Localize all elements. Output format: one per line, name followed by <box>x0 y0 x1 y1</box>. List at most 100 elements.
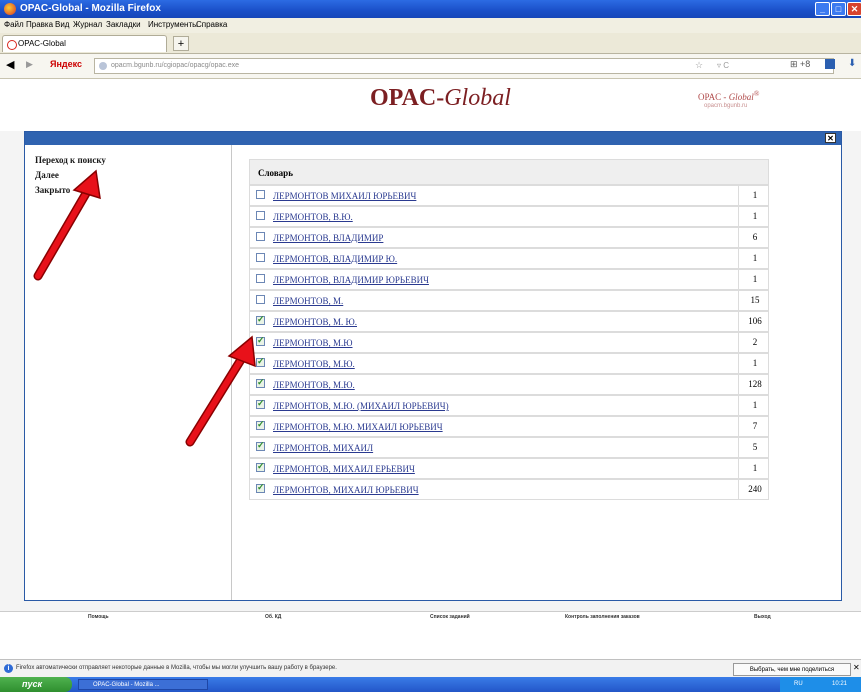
next-link[interactable]: Далее <box>35 170 59 180</box>
row-checkbox[interactable] <box>256 232 265 241</box>
term-link[interactable]: ЛЕРМОНТОВ, М. Ю. <box>273 317 357 327</box>
row-checkbox[interactable] <box>256 440 265 451</box>
term-link[interactable]: ЛЕРМОНТОВ, МИХАИЛ ЕРЬЕВИЧ <box>273 464 415 474</box>
extension-icon[interactable] <box>825 59 835 69</box>
row-checkbox[interactable] <box>256 211 265 220</box>
row-checkbox[interactable] <box>256 190 265 199</box>
taskbar-firefox-item[interactable]: OPAC-Global - Mozilla ... <box>78 679 208 690</box>
term-link[interactable]: ЛЕРМОНТОВ, М.Ю. МИХАИЛ ЮРЬЕВИЧ <box>273 422 443 432</box>
table-row: ЛЕРМОНТОВ, М.Ю. МИХАИЛ ЮРЬЕВИЧ 7 <box>249 416 769 437</box>
menu-file[interactable]: Файл <box>4 20 24 29</box>
row-checkbox[interactable] <box>256 295 265 304</box>
term-link[interactable]: ЛЕРМОНТОВ, М.Ю <box>273 338 353 348</box>
table-row: ЛЕРМОНТОВ, М.Ю. 128 <box>249 374 769 395</box>
opac-small-logo: OPAC - Global® <box>698 89 760 102</box>
bookmark-star-icon[interactable]: ☆ <box>695 60 703 71</box>
table-row: ЛЕРМОНТОВ, МИХАИЛ ЕРЬЕВИЧ 1 <box>249 458 769 479</box>
footer-exit-link[interactable]: Выход <box>754 614 771 620</box>
tab-favicon-icon <box>7 40 17 50</box>
notification-message: Firefox автоматически отправляет некотор… <box>16 665 337 671</box>
term-count: 15 <box>738 291 771 310</box>
forward-arrow-icon[interactable]: ▶ <box>26 59 33 70</box>
dialog-header[interactable]: ✕ <box>25 132 841 145</box>
term-count: 1 <box>738 207 771 226</box>
menu-tools[interactable]: Инструменты <box>148 20 198 29</box>
opac-header: OPAC-Global OPAC - Global® opacm.bgunb.r… <box>0 79 861 131</box>
row-checkbox[interactable] <box>256 419 265 430</box>
minimize-button[interactable]: _ <box>815 2 830 16</box>
addons-icon[interactable]: ⊞ +8 <box>790 59 810 70</box>
site-url: opacm.bgunb.ru <box>704 103 748 109</box>
row-checkbox[interactable] <box>256 377 265 388</box>
term-count: 2 <box>738 333 771 352</box>
footer-help-link[interactable]: Помощь <box>88 614 109 620</box>
menu-bookmarks[interactable]: Закладки <box>106 20 141 29</box>
back-arrow-icon[interactable]: ◀ <box>6 58 14 71</box>
window-titlebar[interactable]: OPAC-Global - Mozilla Firefox _ □ ✕ <box>0 0 861 18</box>
close-link[interactable]: Закрыто <box>35 185 70 195</box>
term-link[interactable]: ЛЕРМОНТОВ, ВЛАДИМИР ЮРЬЕВИЧ <box>273 275 429 285</box>
go-to-search-link[interactable]: Переход к поиску <box>35 155 106 165</box>
row-checkbox[interactable] <box>256 482 265 493</box>
term-count: 1 <box>738 459 771 478</box>
url-bar[interactable]: opacm.bgunb.ru/cgiopac/opacg/opac.exe ☆ … <box>94 58 834 74</box>
footer-tasks-link[interactable]: Список заданий <box>430 614 470 620</box>
term-link[interactable]: ЛЕРМОНТОВ, ВЛАДИМИР <box>273 233 383 243</box>
term-link[interactable]: ЛЕРМОНТОВ, М. <box>273 296 343 306</box>
term-link[interactable]: ЛЕРМОНТОВ, М.Ю. <box>273 380 355 390</box>
row-checkbox[interactable] <box>256 461 265 472</box>
row-checkbox[interactable] <box>256 398 265 409</box>
window-title: OPAC-Global - Mozilla Firefox <box>20 3 161 14</box>
term-count: 1 <box>738 249 771 268</box>
row-checkbox[interactable] <box>256 253 265 262</box>
download-icon[interactable]: ⬇ <box>848 58 856 69</box>
term-link[interactable]: ЛЕРМОНТОВ, МИХАИЛ <box>273 443 373 453</box>
menu-help[interactable]: Справка <box>196 20 227 29</box>
system-tray: RU 10:21 <box>780 677 861 692</box>
site-identity-icon[interactable] <box>99 62 107 70</box>
dictionary-header: Словарь <box>249 159 769 185</box>
footer-orders-link[interactable]: Контроль заполнения заказов <box>565 614 640 620</box>
firefox-icon <box>4 3 16 15</box>
term-link[interactable]: ЛЕРМОНТОВ, М.Ю. (МИХАИЛ ЮРЬЕВИЧ) <box>273 401 449 411</box>
notification-close-icon[interactable]: ✕ <box>853 663 860 672</box>
table-row: ЛЕРМОНТОВ, В.Ю. 1 <box>249 206 769 227</box>
yandex-button[interactable]: Яндекс <box>50 59 82 69</box>
start-button[interactable]: пуск <box>0 677 72 692</box>
term-link[interactable]: ЛЕРМОНТОВ, М.Ю. <box>273 359 355 369</box>
maximize-button[interactable]: □ <box>831 2 846 16</box>
reload-icon[interactable]: ▿ C <box>717 61 729 70</box>
term-count: 106 <box>738 312 771 331</box>
term-link[interactable]: ЛЕРМОНТОВ, ВЛАДИМИР Ю. <box>273 254 397 264</box>
term-link[interactable]: ЛЕРМОНТОВ, МИХАИЛ ЮРЬЕВИЧ <box>273 485 419 495</box>
menu-edit[interactable]: Правка <box>26 20 53 29</box>
table-row: ЛЕРМОНТОВ, М.Ю. 1 <box>249 353 769 374</box>
clock: 10:21 <box>832 681 848 687</box>
info-icon: i <box>4 664 13 673</box>
tab-opac-global[interactable]: OPAC-Global <box>2 35 167 52</box>
row-checkbox[interactable] <box>256 274 265 283</box>
new-tab-button[interactable]: + <box>173 36 189 51</box>
notification-bar: i Firefox автоматически отправляет некот… <box>0 659 861 678</box>
menubar: Файл Правка Вид Журнал Закладки Инструме… <box>0 18 861 33</box>
dialog-close-button[interactable]: ✕ <box>825 133 836 143</box>
menu-history[interactable]: Журнал <box>73 20 102 29</box>
row-checkbox[interactable] <box>256 356 265 367</box>
term-count: 1 <box>738 186 771 205</box>
menu-view[interactable]: Вид <box>55 20 69 29</box>
term-count: 1 <box>738 354 771 373</box>
term-count: 6 <box>738 228 771 247</box>
language-indicator[interactable]: RU <box>794 681 803 687</box>
row-checkbox[interactable] <box>256 314 265 325</box>
windows-taskbar: пуск OPAC-Global - Mozilla ... RU 10:21 <box>0 677 861 692</box>
tab-label: OPAC-Global <box>18 39 66 48</box>
term-link[interactable]: ЛЕРМОНТОВ, В.Ю. <box>273 212 353 222</box>
row-checkbox[interactable] <box>256 335 265 346</box>
choose-share-button[interactable]: Выбрать, чем мне поделиться <box>733 663 851 676</box>
footer-kd-link[interactable]: Об. КД <box>265 614 281 620</box>
close-window-button[interactable]: ✕ <box>847 2 861 16</box>
url-text: opacm.bgunb.ru/cgiopac/opacg/opac.exe <box>111 62 240 69</box>
term-link[interactable]: ЛЕРМОНТОВ МИХАИЛ ЮРЬЕВИЧ <box>273 191 416 201</box>
table-row: ЛЕРМОНТОВ, ВЛАДИМИР Ю. 1 <box>249 248 769 269</box>
term-count: 1 <box>738 396 771 415</box>
